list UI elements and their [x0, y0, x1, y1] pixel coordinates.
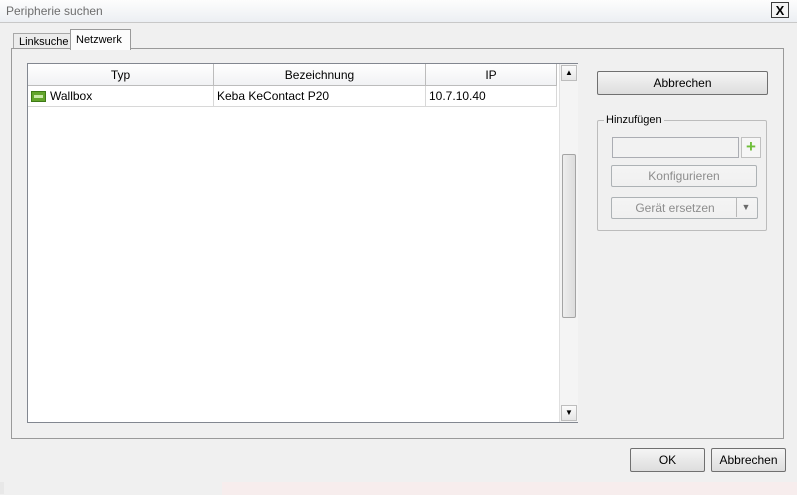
background-window-bottom-edge	[222, 480, 797, 495]
vertical-scrollbar[interactable]: ▲ ▼	[559, 64, 578, 422]
configure-button[interactable]: Konfigurieren	[611, 165, 757, 187]
replace-device-label: Gerät ersetzen	[635, 201, 715, 215]
ok-button[interactable]: OK	[630, 448, 705, 472]
split-button-divider	[736, 198, 737, 217]
cell-typ-text: Wallbox	[50, 89, 93, 103]
footer-cancel-button[interactable]: Abbrechen	[711, 448, 786, 472]
table-header: Typ Bezeichnung IP	[28, 64, 557, 86]
tab-linksuche[interactable]: Linksuche	[13, 33, 71, 49]
cell-ip[interactable]: 10.7.10.40	[426, 86, 557, 107]
scroll-up-button[interactable]: ▲	[561, 65, 577, 81]
column-header-typ[interactable]: Typ	[28, 64, 214, 86]
chevron-up-icon: ▲	[565, 68, 573, 77]
add-button[interactable]: +	[741, 137, 761, 158]
plus-icon: +	[746, 137, 756, 156]
tab-netzwerk[interactable]: Netzwerk	[70, 29, 131, 50]
peripherie-dialog: Peripherie suchen X Linksuche Netzwerk T…	[0, 0, 797, 482]
cell-bezeichnung[interactable]: Keba KeContact P20	[214, 86, 426, 107]
dropdown-arrow-icon[interactable]: ▼	[739, 201, 753, 213]
column-header-ip[interactable]: IP	[426, 64, 557, 86]
scroll-down-button[interactable]: ▼	[561, 405, 577, 421]
close-icon: X	[775, 2, 785, 18]
wallbox-icon	[31, 90, 46, 102]
add-group-label: Hinzufügen	[604, 114, 664, 126]
window-title: Peripherie suchen	[6, 4, 103, 18]
table-row[interactable]: Wallbox Keba KeContact P20 10.7.10.40	[28, 86, 557, 107]
chevron-down-icon: ▼	[565, 408, 573, 417]
side-cancel-button[interactable]: Abbrechen	[597, 71, 768, 95]
column-header-bezeichnung[interactable]: Bezeichnung	[214, 64, 426, 86]
device-select[interactable]	[612, 137, 739, 158]
device-table[interactable]: Typ Bezeichnung IP Wallbox Keba KeContac…	[27, 63, 578, 423]
close-button[interactable]: X	[771, 2, 789, 18]
title-bar[interactable]: Peripherie suchen X	[0, 0, 797, 23]
table-body: Wallbox Keba KeContact P20 10.7.10.40	[28, 86, 557, 107]
cell-typ[interactable]: Wallbox	[28, 86, 214, 107]
scroll-thumb[interactable]	[562, 154, 576, 318]
